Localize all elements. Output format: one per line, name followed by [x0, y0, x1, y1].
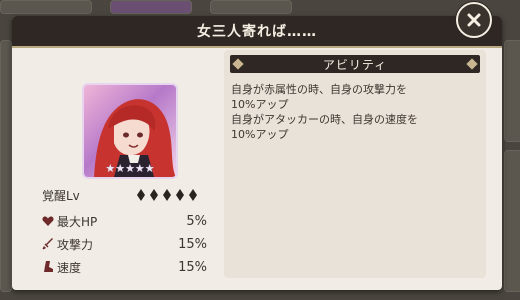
background-tile: [0, 40, 12, 292]
stat-label: 攻撃力: [57, 237, 94, 252]
background-tile: [210, 0, 292, 14]
awaken-mark: [163, 189, 171, 201]
heart-icon: [42, 216, 54, 226]
background-tile: [110, 0, 192, 14]
awaken-mark: [137, 189, 145, 201]
background-tile: [0, 0, 92, 14]
stat-row-attack: 攻撃力 15%: [42, 235, 207, 253]
ability-title: アビリティ: [322, 57, 388, 72]
rarity-stars: ★★★★★: [84, 163, 176, 174]
ability-dialog: 女三人寄れば…… ★★★★★ 覚醒Lv 最大HP 5% 攻撃力 15% 速度 1…: [12, 16, 502, 290]
close-icon: [467, 13, 481, 27]
ability-description: 自身が赤属性の時、自身の攻撃力を 10%アップ 自身がアタッカーの時、自身の速度…: [231, 83, 418, 141]
sword-icon: [42, 238, 53, 250]
ability-panel: アビリティ 自身が赤属性の時、自身の攻撃力を 10%アップ 自身がアタッカーの時…: [224, 50, 486, 278]
character-portrait[interactable]: ★★★★★: [82, 83, 178, 179]
stat-row-hp: 最大HP 5%: [42, 212, 207, 230]
background-tile: [504, 150, 520, 292]
stat-value: 15%: [178, 259, 207, 275]
ability-header: アビリティ: [230, 55, 480, 73]
background-tile: [504, 40, 520, 142]
awaken-marks: [137, 189, 197, 201]
dialog-title: 女三人寄れば……: [197, 24, 317, 40]
boot-icon: [44, 261, 53, 272]
stat-value: 15%: [178, 236, 207, 252]
stat-label: 速度: [57, 260, 82, 275]
stat-value: 5%: [186, 213, 207, 229]
rarity-star-text: ★★★★★: [105, 162, 155, 175]
awaken-mark: [150, 189, 158, 201]
awaken-level-row: 覚醒Lv: [42, 186, 207, 204]
awaken-mark: [176, 189, 184, 201]
stat-label: 最大HP: [57, 214, 98, 229]
awaken-label: 覚醒Lv: [42, 188, 80, 203]
awaken-mark: [189, 189, 197, 201]
stat-row-speed: 速度 15%: [42, 258, 207, 276]
close-button[interactable]: [456, 2, 492, 38]
dialog-title-bar: 女三人寄れば……: [12, 16, 502, 48]
